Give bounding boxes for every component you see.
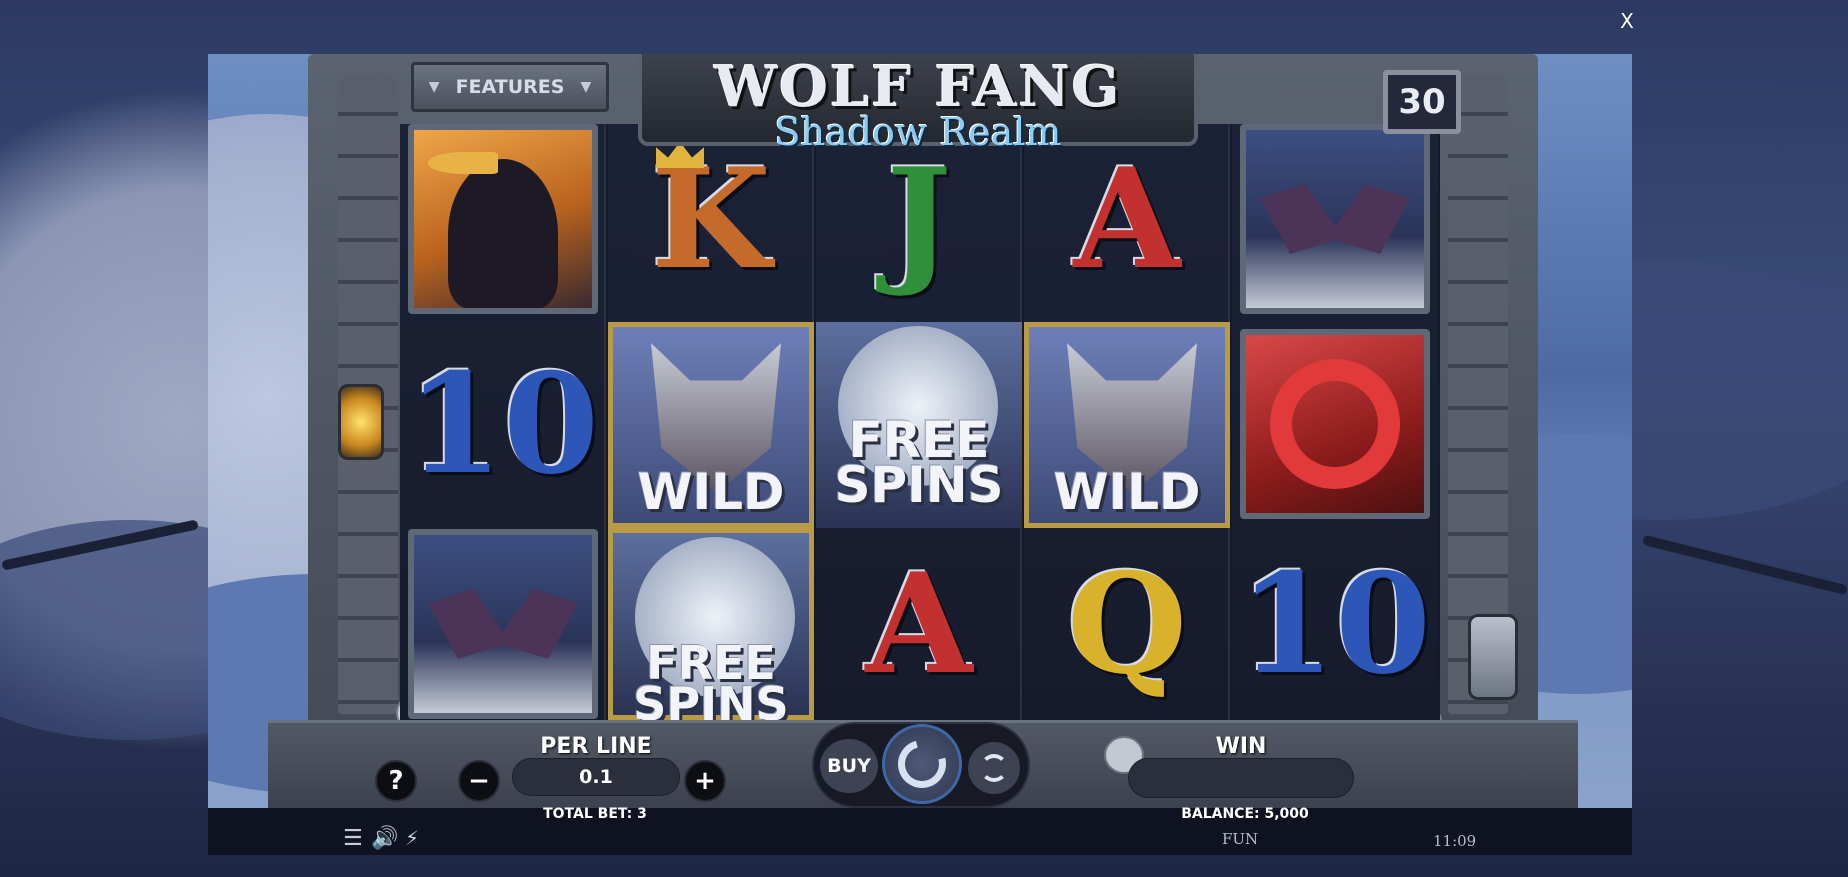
balance-label: BALANCE: 5,000 [1181, 806, 1309, 822]
symbol-ten: 10 [406, 342, 600, 505]
turbo-icon[interactable]: ⚡ [405, 826, 419, 850]
symbol-ace: A [865, 542, 973, 705]
paylines-badge: 30 [1383, 70, 1461, 134]
lantern-icon [338, 384, 384, 460]
wolf-wild-symbol: WILD [1024, 322, 1230, 528]
per-line-label: PER LINE [540, 734, 652, 759]
reel-1: 10 [400, 124, 606, 720]
reel-3: J FREE SPINS A [816, 124, 1022, 720]
help-button[interactable]: ? [375, 760, 417, 802]
per-line-value: 0.1 [512, 758, 680, 796]
buy-feature-button[interactable]: BUY [820, 739, 878, 793]
increase-bet-button[interactable]: + [684, 760, 726, 802]
menu-icon[interactable]: ☰ [343, 826, 363, 851]
tree-branch [1641, 534, 1848, 596]
win-label: WIN [1215, 734, 1267, 759]
bat-icon [408, 529, 598, 719]
bat-icon [1240, 124, 1430, 314]
status-bar [208, 808, 1632, 855]
reel-4: A WILD Q [1024, 124, 1230, 720]
close-button[interactable]: X [1616, 10, 1638, 32]
free-spins-symbol: FREE SPINS [816, 322, 1022, 528]
chevron-down-icon: ▼ [580, 79, 592, 95]
raven-icon [408, 124, 598, 314]
decrease-bet-button[interactable]: − [458, 760, 500, 802]
spin-icon [889, 731, 955, 797]
sound-icon[interactable]: 🔊 [371, 826, 398, 851]
win-display [1128, 758, 1354, 798]
spin-button[interactable] [882, 724, 962, 804]
lantern-icon [1468, 614, 1518, 700]
clock-label: 11:09 [1433, 832, 1477, 850]
total-bet-label: TOTAL BET: 3 [543, 806, 647, 822]
free-spins-symbol: FREE SPINS [608, 528, 814, 727]
chevron-down-icon: ▼ [428, 79, 440, 95]
game-subtitle: Shadow Realm [774, 110, 1062, 154]
symbol-ten: 10 [1238, 542, 1432, 705]
reel-5: 10 [1232, 124, 1438, 720]
features-button[interactable]: ▼ FEATURES ▼ [411, 62, 609, 112]
features-label: FEATURES [455, 76, 565, 98]
autoplay-icon [980, 754, 1008, 782]
autoplay-button[interactable] [968, 742, 1020, 794]
snake-icon [1240, 329, 1430, 519]
mode-label: FUN [1222, 830, 1259, 848]
reel-grid: 10 K WILD FREE SPINS J FREE SPINS A A WI… [400, 124, 1440, 727]
wolf-wild-symbol: WILD [608, 322, 814, 528]
symbol-queen: Q [1066, 542, 1188, 705]
reel-2: K WILD FREE SPINS [608, 124, 814, 727]
